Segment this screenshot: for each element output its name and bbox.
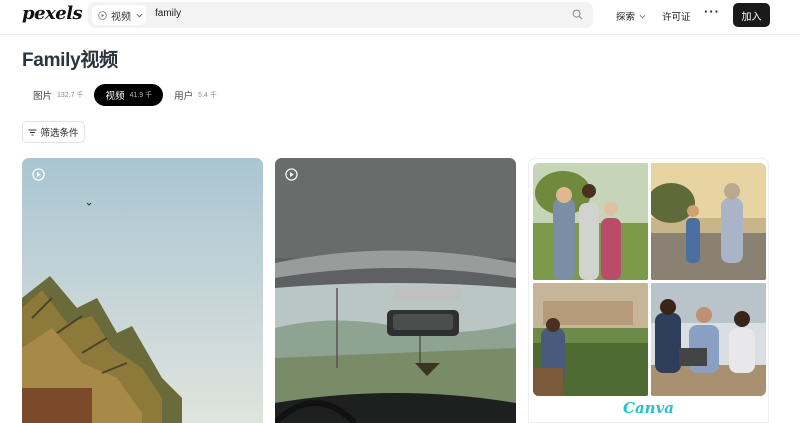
tab-count: 41.9 千 <box>129 92 153 99</box>
tab-videos[interactable]: 视频 41.9 千 <box>94 84 164 106</box>
nav-license[interactable]: 许可证 <box>662 9 691 23</box>
top-header: pexels 视频 family 探索 许可证 ··· 加入 <box>0 0 800 32</box>
header-divider <box>0 34 800 35</box>
tab-label: 视频 <box>105 91 125 102</box>
video-card[interactable] <box>275 158 516 423</box>
pexels-logo[interactable]: pexels <box>22 3 83 24</box>
page-title: Family视频 <box>22 50 118 71</box>
video-thumbnail-temple <box>22 158 263 423</box>
ad-photo-campus <box>533 283 648 396</box>
tab-label: 图片 <box>33 91 53 102</box>
play-circle-icon <box>32 168 45 181</box>
search-icon[interactable] <box>572 9 583 20</box>
ad-photo-group-park <box>533 163 648 280</box>
nav-explore-label: 探索 <box>616 12 636 23</box>
join-button[interactable]: 加入 <box>733 3 770 27</box>
ad-photo-office-meeting <box>651 283 766 396</box>
media-tabs: 图片 132.7 千 视频 41.9 千 用户 5.4 千 <box>22 84 228 106</box>
nav-explore[interactable]: 探索 <box>616 9 646 23</box>
tab-label: 用户 <box>174 91 194 102</box>
media-type-label: 视频 <box>111 11 131 23</box>
search-bar[interactable]: 视频 family <box>88 2 593 28</box>
filter-icon <box>28 129 37 135</box>
filter-button[interactable]: 筛选条件 <box>22 121 85 143</box>
canva-logo[interactable]: Canva <box>529 399 768 417</box>
tab-count: 5.4 千 <box>198 92 217 99</box>
video-thumbnail-car <box>275 158 516 423</box>
search-input[interactable]: family <box>155 8 181 19</box>
play-circle-icon <box>98 10 107 20</box>
filter-label: 筛选条件 <box>40 128 79 139</box>
tab-count: 132.7 千 <box>57 92 84 99</box>
media-type-dropdown[interactable]: 视频 <box>92 5 146 25</box>
canva-ad-card[interactable]: Canva <box>528 158 769 423</box>
tab-photos[interactable]: 图片 132.7 千 <box>22 84 94 106</box>
video-card[interactable] <box>22 158 263 423</box>
ad-photo-family-street <box>651 163 766 280</box>
play-circle-icon <box>285 168 298 181</box>
chevron-down-icon <box>136 13 143 17</box>
more-menu-button[interactable]: ··· <box>704 4 720 19</box>
chevron-down-icon <box>639 14 646 18</box>
tab-users[interactable]: 用户 5.4 千 <box>163 84 228 106</box>
